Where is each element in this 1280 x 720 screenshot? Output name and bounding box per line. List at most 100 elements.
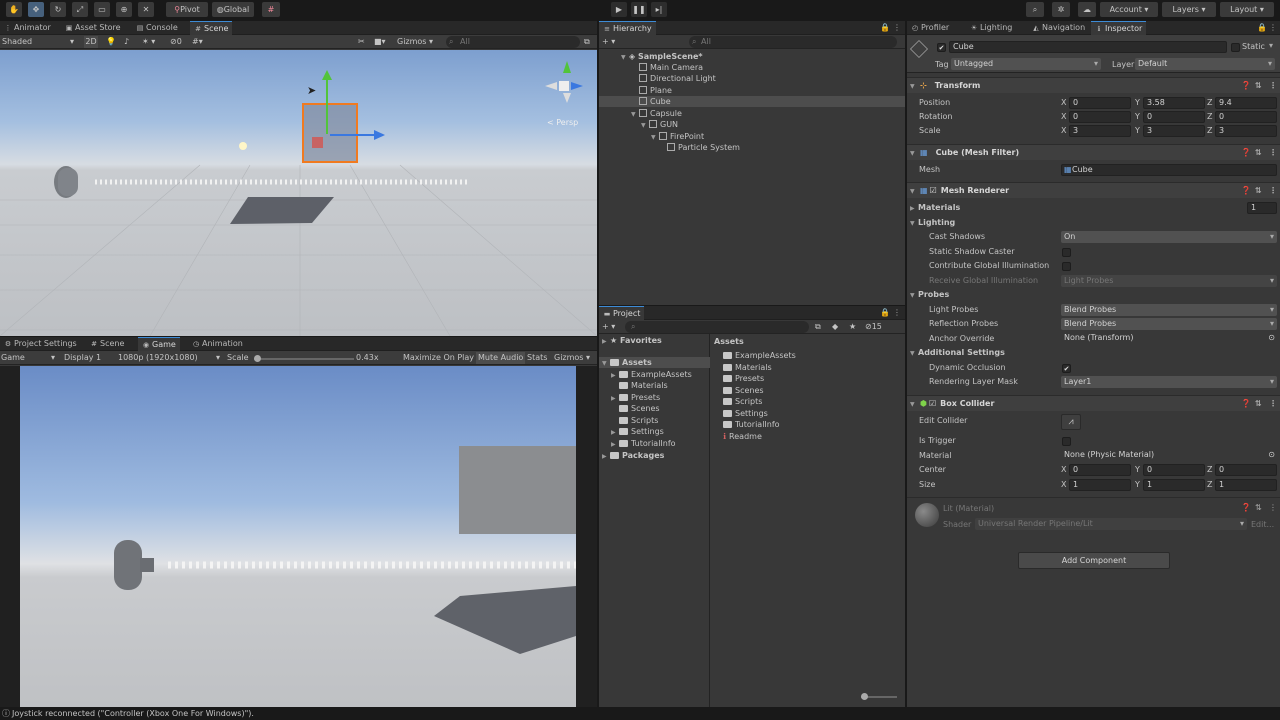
center-y-label[interactable]: Y [1135, 465, 1140, 474]
tab-project[interactable]: ▬ Project [599, 306, 645, 320]
object-name-field[interactable]: Cube [949, 41, 1227, 53]
reflection-probes-dropdown[interactable]: Blend Probes [1061, 318, 1277, 330]
help-icon[interactable]: ❓ [1241, 145, 1251, 161]
additional-settings-foldout[interactable]: ▼ Additional Settings [907, 346, 1280, 360]
custom-tool-icon[interactable]: ✕ [138, 2, 154, 17]
lighting-foldout[interactable]: ▼ Lighting [907, 216, 1280, 230]
tree-tutorial-info[interactable]: ▶ TutorialInfo [611, 438, 676, 449]
tab-project-settings[interactable]: ⚙ Project Settings [0, 337, 81, 351]
kebab-menu-icon[interactable]: ⋮ [893, 23, 901, 32]
tab-animation[interactable]: ◷ Animation [188, 337, 247, 351]
favorites-item[interactable]: ▶ ★ Favorites [602, 335, 662, 346]
kebab-menu-icon[interactable]: ⋮ [1269, 23, 1277, 32]
game-viewport[interactable] [20, 366, 576, 707]
content-tutorial-info[interactable]: TutorialInfo [723, 419, 780, 430]
hierarchy-item-plane[interactable]: Plane [639, 85, 672, 96]
mode-2d-toggle[interactable]: 2D [84, 36, 98, 48]
scale-x-field[interactable]: 3 [1069, 125, 1131, 137]
size-x-field[interactable]: 1 [1069, 479, 1131, 491]
light-gizmo[interactable] [239, 142, 247, 150]
services-button[interactable]: ✲ [1052, 2, 1070, 17]
transform-tool-icon[interactable]: ⊕ [116, 2, 132, 17]
icon-size-slider[interactable] [861, 693, 897, 700]
hidden-packages-toggle[interactable]: ⊘15 [865, 321, 882, 333]
size-x-label[interactable]: X [1061, 480, 1066, 489]
hierarchy-item-gun[interactable]: ▼ GUN [641, 119, 678, 130]
rotation-z-field[interactable]: 0 [1215, 111, 1277, 123]
static-shadow-checkbox[interactable] [1062, 248, 1071, 257]
search-by-label-icon[interactable]: ◆ [832, 321, 838, 333]
move-gizmo-x-axis[interactable] [330, 134, 376, 136]
rotation-y-label[interactable]: Y [1135, 112, 1140, 121]
grid-snap-button[interactable]: # [262, 2, 280, 17]
presets-icon[interactable]: ⇅ [1255, 78, 1262, 94]
mesh-field[interactable]: ▦ Cube [1061, 164, 1277, 176]
tab-scene-2[interactable]: # Scene [86, 337, 128, 351]
move-gizmo-plane[interactable] [312, 137, 323, 148]
size-z-label[interactable]: Z [1207, 480, 1212, 489]
tab-profiler[interactable]: ◴ Profiler [907, 21, 953, 35]
selected-cube[interactable] [302, 103, 358, 163]
rect-tool-icon[interactable]: ▭ [94, 2, 110, 17]
audio-toggle-icon[interactable]: ♪ [124, 36, 129, 48]
object-picker-icon[interactable]: ⊙ [1268, 450, 1275, 460]
hierarchy-item-main-camera[interactable]: Main Camera [639, 62, 703, 73]
lock-icon[interactable]: 🔒 [880, 23, 890, 32]
enabled-check-icon[interactable]: ☑ [929, 399, 936, 408]
contribute-gi-checkbox[interactable] [1062, 262, 1071, 271]
center-x-label[interactable]: X [1061, 465, 1066, 474]
scale-slider[interactable] [254, 355, 354, 362]
search-button[interactable]: ⌕ [1026, 2, 1044, 17]
cast-shadows-dropdown[interactable]: On [1061, 231, 1277, 243]
shading-dropdown[interactable]: Shaded ▾ [2, 36, 76, 48]
persp-label[interactable]: < Persp [547, 118, 578, 127]
hierarchy-item-cube[interactable]: Cube [599, 96, 905, 107]
tab-asset-store[interactable]: ▣ Asset Store [61, 21, 125, 35]
tree-presets[interactable]: ▶ Presets [611, 392, 660, 403]
tab-inspector[interactable]: ℹ Inspector [1091, 21, 1147, 35]
static-checkbox[interactable] [1231, 43, 1240, 52]
tab-navigation[interactable]: ◭ Navigation [1028, 21, 1089, 35]
scene-menu-icon[interactable]: ⧉ [584, 36, 590, 48]
position-y-field[interactable]: 3.58 [1143, 97, 1205, 109]
resolution-dropdown[interactable]: 1080p (1920x1080) ▾ [118, 352, 222, 364]
object-picker-icon[interactable]: ⊙ [1268, 333, 1275, 343]
center-x-field[interactable]: 0 [1069, 464, 1131, 476]
scale-y-field[interactable]: 3 [1143, 125, 1205, 137]
kebab-menu-icon[interactable]: ⋮ [893, 308, 901, 317]
effects-toggle-icon[interactable]: ✶ ▾ [142, 36, 155, 48]
content-settings[interactable]: Settings [723, 408, 768, 419]
scale-z-field[interactable]: 3 [1215, 125, 1277, 137]
tab-game[interactable]: ◉ Game [138, 337, 180, 351]
layout-dropdown[interactable]: Layout ▾ [1220, 2, 1274, 17]
pause-button[interactable]: ❚❚ [631, 2, 647, 17]
tab-scene[interactable]: # Scene [190, 21, 233, 35]
center-y-field[interactable]: 0 [1143, 464, 1205, 476]
scale-z-label[interactable]: Z [1207, 126, 1212, 135]
hierarchy-search-input[interactable]: ⌕ All [689, 36, 897, 48]
presets-icon[interactable]: ⇅ [1255, 145, 1262, 161]
content-materials[interactable]: Materials [723, 362, 772, 373]
content-presets[interactable]: Presets [723, 373, 764, 384]
content-readme[interactable]: ℹ Readme [723, 431, 762, 442]
mesh-filter-header[interactable]: ▼ ▦ Cube (Mesh Filter) ❓ ⇅ ⋮ [907, 144, 1280, 160]
help-icon[interactable]: ❓ [1241, 183, 1251, 199]
size-y-field[interactable]: 1 [1143, 479, 1205, 491]
enabled-check-icon[interactable]: ☑ [930, 186, 937, 195]
static-dropdown-icon[interactable]: ▾ [1269, 41, 1273, 50]
probes-foldout[interactable]: ▼ Probes [907, 288, 1280, 302]
box-collider-header[interactable]: ▼ ⬢ ☑ Box Collider ❓ ⇅ ⋮ [907, 395, 1280, 411]
help-icon[interactable]: ❓ [1241, 78, 1251, 94]
content-scripts[interactable]: Scripts [723, 396, 762, 407]
favorite-icon[interactable]: ★ [849, 321, 856, 333]
rotation-z-label[interactable]: Z [1207, 112, 1212, 121]
gizmos-dropdown[interactable]: Gizmos ▾ [397, 36, 433, 48]
shader-dropdown[interactable]: Universal Render Pipeline/Lit [975, 518, 1247, 530]
presets-icon[interactable]: ⇅ [1255, 396, 1262, 412]
position-x-label[interactable]: X [1061, 98, 1066, 107]
hierarchy-item-particle-system[interactable]: Particle System [667, 142, 740, 153]
size-z-field[interactable]: 1 [1215, 479, 1277, 491]
help-icon[interactable]: ❓ [1241, 396, 1251, 412]
tab-console[interactable]: ▤ Console [132, 21, 182, 35]
camera-dropdown[interactable]: ■▾ [374, 36, 386, 48]
